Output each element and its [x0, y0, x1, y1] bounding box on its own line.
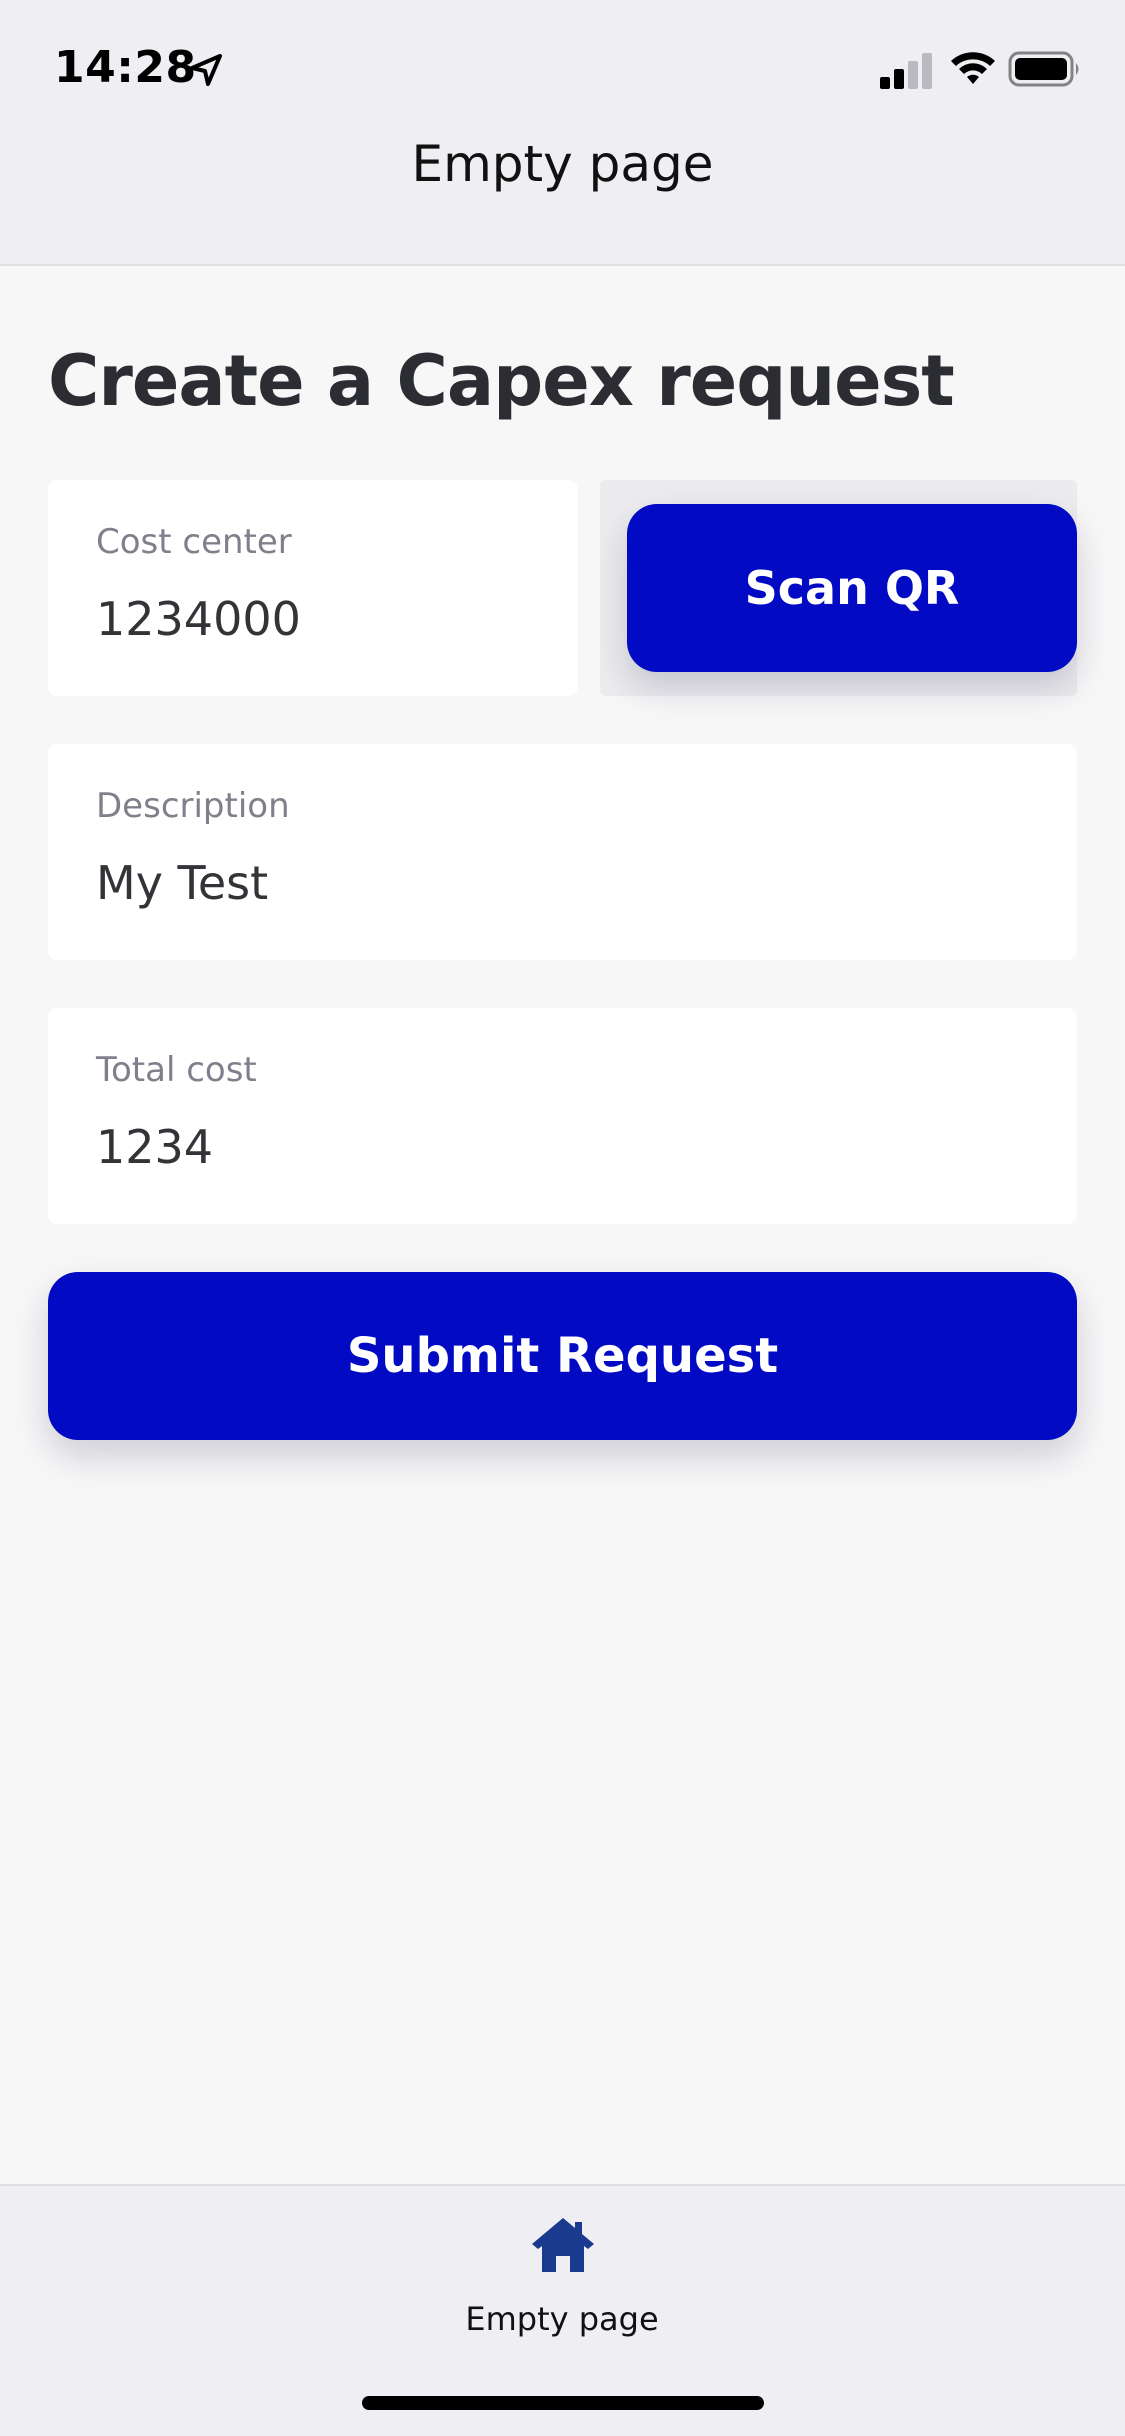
- cost-center-label: Cost center: [96, 522, 292, 562]
- submit-request-button[interactable]: Submit Request: [48, 1272, 1077, 1440]
- home-icon: [532, 2218, 594, 2272]
- cost-center-field[interactable]: Cost center 1234000: [48, 480, 578, 696]
- page-title: Create a Capex request: [48, 340, 955, 422]
- battery-icon: [1008, 51, 1079, 87]
- cost-center-value[interactable]: 1234000: [96, 592, 301, 646]
- total-cost-value[interactable]: 1234: [96, 1120, 213, 1174]
- tab-label: Empty page: [465, 2300, 659, 2338]
- description-label: Description: [96, 786, 290, 826]
- location-arrow-icon: [190, 54, 222, 86]
- total-cost-field[interactable]: Total cost 1234: [48, 1008, 1077, 1224]
- page-header-title: Empty page: [411, 135, 714, 193]
- wifi-icon: [951, 52, 995, 84]
- home-indicator: [362, 2396, 764, 2410]
- description-field[interactable]: Description My Test: [48, 744, 1077, 960]
- total-cost-label: Total cost: [96, 1050, 257, 1090]
- scan-qr-button[interactable]: Scan QR: [627, 504, 1077, 672]
- tab-empty-page[interactable]: Empty page: [412, 2206, 712, 2346]
- app-screen: 14:28 Empty page Create a Capex request …: [0, 0, 1125, 2436]
- description-value[interactable]: My Test: [96, 856, 268, 910]
- signal-icon: [880, 53, 932, 89]
- status-time: 14:28: [54, 42, 197, 93]
- header-bar: 14:28 Empty page: [0, 0, 1125, 266]
